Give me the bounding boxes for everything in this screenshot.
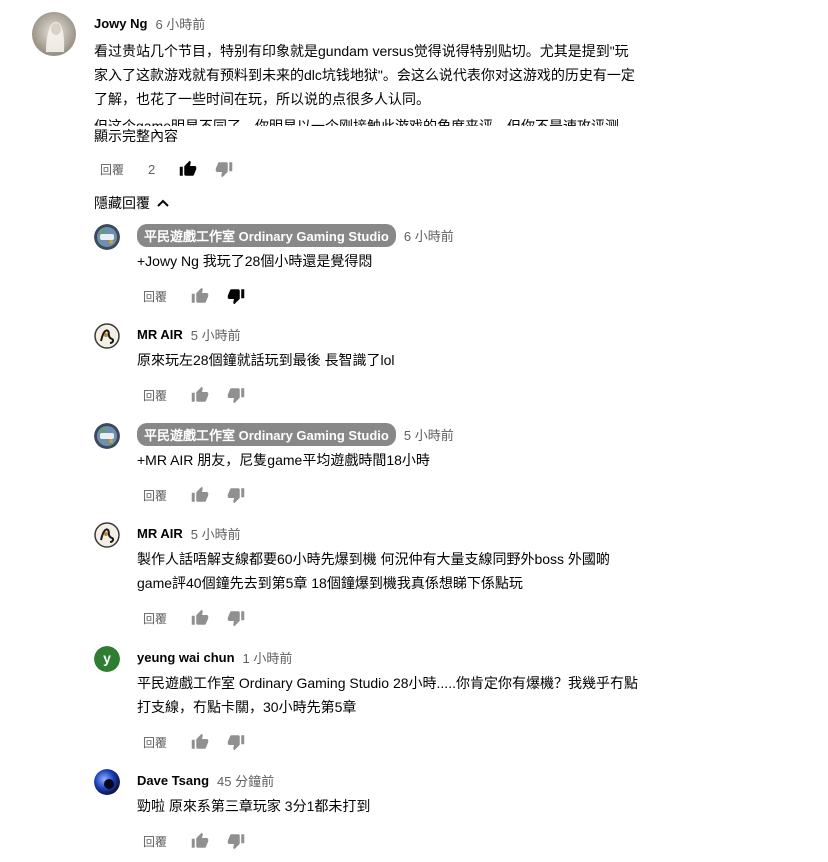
reply-button[interactable]: 回覆 — [143, 487, 191, 504]
avatar[interactable] — [94, 323, 120, 349]
timestamp[interactable]: 6 小時前 — [155, 14, 205, 33]
like-icon[interactable] — [191, 609, 209, 627]
dislike-icon[interactable] — [227, 386, 245, 404]
comment-text-truncated: 但这个game明显不同了，你明显以一个刚接触此游戏的角度来评。但你不是速攻评测， — [94, 118, 634, 126]
timestamp[interactable]: 6 小時前 — [404, 226, 454, 245]
avatar[interactable] — [94, 522, 120, 548]
read-more-link[interactable]: 顯示完整內容 — [94, 126, 178, 146]
comment-header: Jowy Ng 6 小時前 — [94, 14, 205, 33]
reply-actions: 回覆 — [143, 286, 263, 306]
comment-text-line: 家入了这款游戏就有预料到未来的dlc坑钱地狱"。会这么说代表你对这游戏的历史有一… — [94, 67, 635, 83]
studio-logo-icon — [94, 423, 120, 449]
like-icon[interactable] — [191, 386, 209, 404]
studio-logo-icon — [94, 224, 120, 250]
like-icon[interactable] — [191, 733, 209, 751]
blue-orb-icon — [94, 769, 120, 795]
author-name[interactable]: Dave Tsang — [137, 773, 209, 788]
dislike-icon[interactable] — [227, 609, 245, 627]
like-icon[interactable] — [179, 160, 197, 178]
reply-button[interactable]: 回覆 — [143, 288, 191, 305]
reply-text-line: 製作人話唔解支線都要60小時先爆到機 何況仲有大量支線同野外boss 外國啲 — [137, 551, 610, 567]
timestamp[interactable]: 5 小時前 — [191, 524, 241, 543]
reply-header: 平民遊戲工作室 Ordinary Gaming Studio 5 小時前 — [137, 423, 454, 446]
avatar[interactable] — [94, 224, 120, 250]
avatar[interactable] — [94, 769, 120, 795]
dislike-icon[interactable] — [227, 486, 245, 504]
reply-button[interactable]: 回覆 — [143, 833, 191, 850]
dislike-icon[interactable] — [215, 160, 233, 178]
hide-replies-button[interactable]: 隱藏回覆 — [94, 193, 170, 213]
reply-button[interactable]: 回覆 — [100, 161, 148, 178]
hide-replies-label: 隱藏回覆 — [94, 195, 150, 211]
author-name[interactable]: MR AIR — [137, 327, 183, 342]
like-count: 2 — [148, 161, 156, 177]
avatar[interactable] — [94, 423, 120, 449]
reply-header: Dave Tsang 45 分鐘前 — [137, 771, 274, 790]
timestamp[interactable]: 1 小時前 — [243, 648, 293, 667]
author-name[interactable]: yeung wai chun — [137, 650, 235, 665]
reply-actions: 回覆 — [143, 732, 263, 752]
reply-button[interactable]: 回覆 — [143, 387, 191, 404]
reply-header: yeung wai chun 1 小時前 — [137, 648, 292, 667]
reply-text-line: 平民遊戲工作室 Ordinary Gaming Studio 28小時.....… — [137, 675, 638, 691]
timestamp[interactable]: 5 小時前 — [191, 325, 241, 344]
comment-text-line: 看过贵站几个节目，特别有印象就是gundam versus觉得说得特别贴切。尤其… — [94, 43, 629, 59]
timestamp[interactable]: 5 小時前 — [404, 425, 454, 444]
avatar[interactable] — [32, 12, 76, 56]
reply-header: MR AIR 5 小時前 — [137, 325, 241, 344]
ink-emblem-icon — [94, 522, 120, 548]
ink-emblem-icon — [94, 323, 120, 349]
avatar[interactable]: y — [94, 646, 120, 672]
chevron-up-icon — [157, 199, 169, 207]
comment-actions: 回覆 2 — [100, 159, 251, 179]
reply-text-line: game評40個鐘先去到第5章 18個鐘爆到機我真係想睇下係點玩 — [137, 575, 523, 591]
dislike-icon[interactable] — [227, 287, 245, 305]
reply-text-line: +Jowy Ng 我玩了28個小時還是覺得悶 — [137, 253, 373, 269]
author-name[interactable]: 平民遊戲工作室 Ordinary Gaming Studio — [137, 224, 396, 247]
reply-text-line: 勁啦 原來系第三章玩家 3分1都未打到 — [137, 798, 371, 814]
dislike-icon[interactable] — [227, 832, 245, 850]
reply-text-line: +MR AIR 朋友，尼隻game平均遊戲時間18小時 — [137, 452, 430, 468]
avatar-letter: y — [103, 650, 111, 666]
like-icon[interactable] — [191, 832, 209, 850]
reply-actions: 回覆 — [143, 608, 263, 628]
ghost-avatar-icon — [32, 12, 76, 56]
reply-text-line: 原來玩左28個鐘就話玩到最後 長智識了lol — [137, 352, 395, 368]
reply-button[interactable]: 回覆 — [143, 734, 191, 751]
author-name[interactable]: MR AIR — [137, 526, 183, 541]
like-icon[interactable] — [191, 287, 209, 305]
reply-button[interactable]: 回覆 — [143, 610, 191, 627]
like-icon[interactable] — [191, 486, 209, 504]
author-name[interactable]: Jowy Ng — [94, 16, 147, 31]
reply-actions: 回覆 — [143, 831, 263, 851]
comment-text-line: 了解，也花了一些时间在玩，所以说的点很多人认同。 — [94, 91, 430, 107]
reply-header: MR AIR 5 小時前 — [137, 524, 241, 543]
reply-header: 平民遊戲工作室 Ordinary Gaming Studio 6 小時前 — [137, 224, 454, 247]
reply-text-line: 打支線，冇點卡關，30小時先第5章 — [137, 699, 357, 715]
reply-actions: 回覆 — [143, 385, 263, 405]
author-name[interactable]: 平民遊戲工作室 Ordinary Gaming Studio — [137, 423, 396, 446]
timestamp[interactable]: 45 分鐘前 — [217, 771, 274, 790]
dislike-icon[interactable] — [227, 733, 245, 751]
reply-actions: 回覆 — [143, 485, 263, 505]
